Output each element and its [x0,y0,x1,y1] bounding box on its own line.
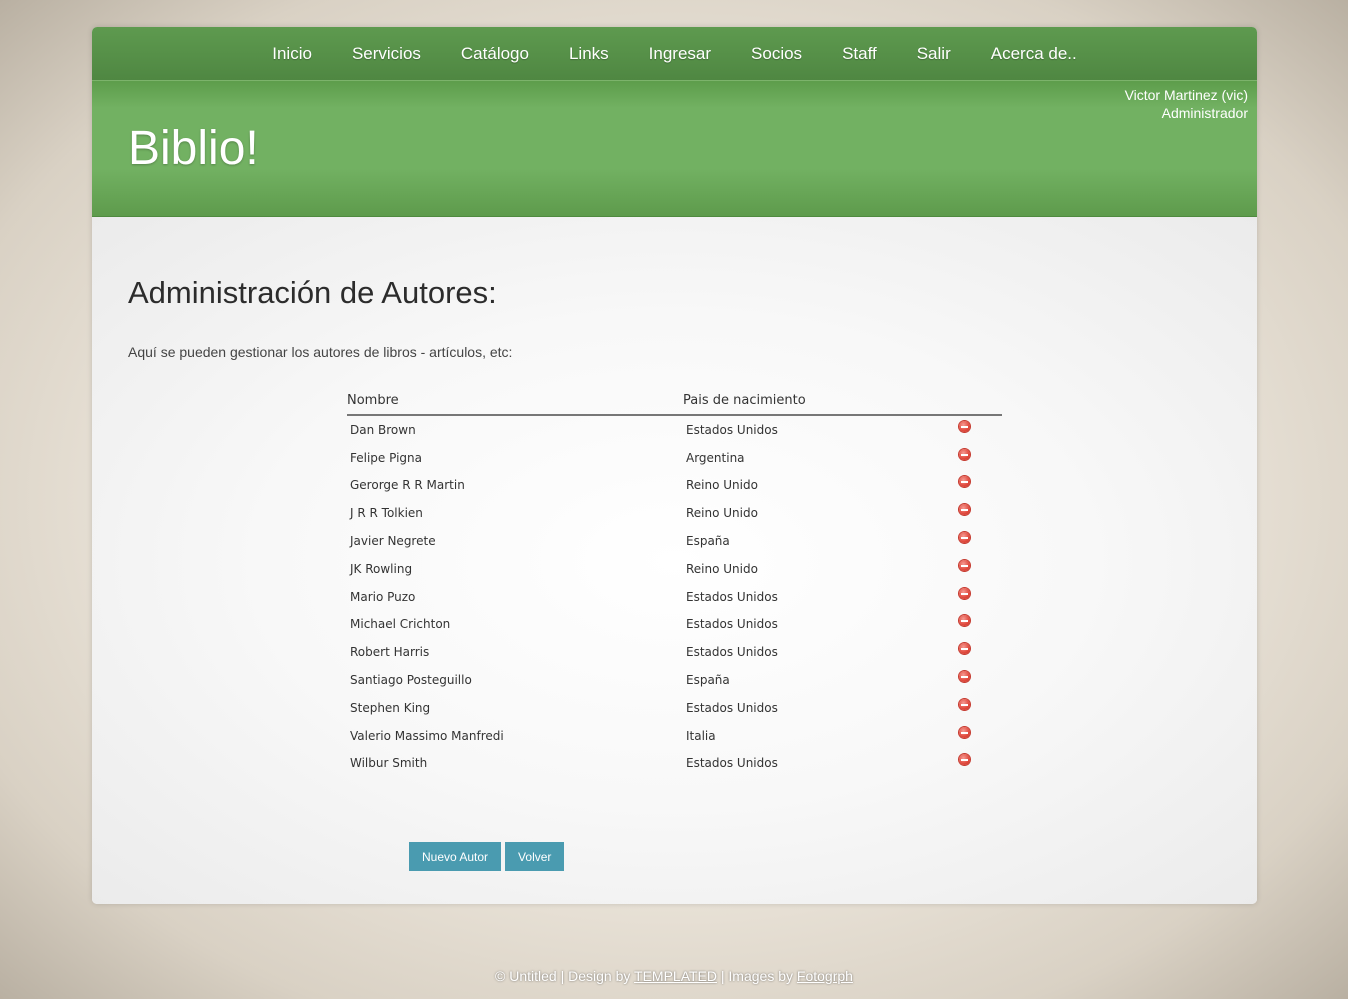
nav-item-catalogo[interactable]: Catálogo [441,27,549,80]
table-row: Gerorge R R Martin Reino Unido [347,472,1002,500]
delete-icon[interactable] [959,420,970,432]
new-author-button[interactable]: Nuevo Autor [409,842,502,871]
footer-middle: | Images by [717,968,797,984]
table-row: Stephen King Estados Unidos [347,694,1002,722]
main-nav: Inicio Servicios Catálogo Links Ingresar… [92,27,1257,81]
delete-icon[interactable] [959,671,970,683]
delete-icon[interactable] [959,476,970,488]
site-logo: Biblio! [128,122,259,175]
row-actions [953,583,1002,611]
row-actions [953,444,1002,472]
nav-item-acerca[interactable]: Acerca de.. [971,27,1097,80]
table-row: Santiago Posteguillo España [347,666,1002,694]
footer-images-link[interactable]: Fotogrph [797,968,853,984]
action-buttons: Nuevo Autor Volver [409,842,565,871]
nav-item-servicios[interactable]: Servicios [332,27,441,80]
row-actions [953,694,1002,722]
delete-icon[interactable] [959,754,970,766]
column-header-name: Nombre [347,392,683,416]
author-country: Estados Unidos [686,645,778,660]
author-country: Reino Unido [686,506,758,521]
author-country: Reino Unido [686,561,758,576]
author-name: Dan Brown [350,422,416,437]
delete-icon[interactable] [959,559,970,571]
site-header: Biblio! Victor Martinez (vic) Administra… [92,81,1257,217]
column-header-country: Pais de nacimiento [683,392,953,416]
table-row: Dan Brown Estados Unidos [347,415,1002,444]
author-country: Estados Unidos [686,422,778,437]
author-name: Santiago Posteguillo [350,673,472,688]
user-name: Victor Martinez (vic) [1124,87,1248,103]
author-country: España [686,534,730,549]
author-name: Michael Crichton [350,617,451,632]
row-actions [953,666,1002,694]
nav-item-staff[interactable]: Staff [822,27,897,80]
table-header-row: Nombre Pais de nacimiento [347,392,1002,416]
page-wrapper: Inicio Servicios Catálogo Links Ingresar… [92,27,1257,904]
delete-icon[interactable] [959,698,970,710]
author-name: Javier Negrete [350,534,436,549]
nav-item-inicio[interactable]: Inicio [252,27,332,80]
intro-text: Aquí se pueden gestionar los autores de … [128,344,513,360]
author-name: J R R Tolkien [350,506,423,521]
footer-design-link[interactable]: TEMPLATED [634,968,717,984]
authors-table: Nombre Pais de nacimiento Dan Brown Esta… [347,392,1002,777]
table-row: J R R Tolkien Reino Unido [347,499,1002,527]
user-role: Administrador [1161,105,1248,121]
nav-item-socios[interactable]: Socios [731,27,822,80]
row-actions [953,555,1002,583]
delete-icon[interactable] [959,643,970,655]
table-row: Felipe Pigna Argentina [347,444,1002,472]
nav-item-links[interactable]: Links [549,27,629,80]
author-country: Estados Unidos [686,617,778,632]
table-row: Michael Crichton Estados Unidos [347,611,1002,639]
author-country: Reino Unido [686,478,758,493]
row-actions [953,750,1002,778]
author-country: Estados Unidos [686,756,778,771]
author-name: Wilbur Smith [350,756,428,771]
author-name: JK Rowling [350,561,413,576]
author-name: Mario Puzo [350,589,416,604]
author-name: Robert Harris [350,645,430,660]
column-header-actions [953,392,1002,416]
delete-icon[interactable] [959,726,970,738]
page-title: Administración de Autores: [128,275,497,310]
site-footer: © Untitled | Design by TEMPLATED | Image… [0,968,1348,984]
author-name: Gerorge R R Martin [350,478,465,493]
delete-icon[interactable] [959,448,970,460]
row-actions [953,527,1002,555]
table-row: Robert Harris Estados Unidos [347,638,1002,666]
nav-item-ingresar[interactable]: Ingresar [629,27,731,80]
row-actions [953,499,1002,527]
row-actions [953,611,1002,639]
user-info: Victor Martinez (vic) Administrador [1125,86,1248,122]
author-country: Estados Unidos [686,700,778,715]
author-name: Valerio Massimo Manfredi [350,728,504,743]
author-country: España [686,673,730,688]
authors-table-body: Dan Brown Estados Unidos Felipe Pigna Ar… [347,415,1002,777]
table-row: Valerio Massimo Manfredi Italia [347,722,1002,750]
delete-icon[interactable] [959,504,970,516]
footer-prefix: © Untitled | Design by [495,968,635,984]
delete-icon[interactable] [959,615,970,627]
author-name: Felipe Pigna [350,450,422,465]
author-name: Stephen King [350,700,431,715]
row-actions [953,638,1002,666]
table-row: JK Rowling Reino Unido [347,555,1002,583]
delete-icon[interactable] [959,587,970,599]
row-actions [953,722,1002,750]
row-actions [953,472,1002,500]
author-country: Argentina [686,450,745,465]
main-content: Administración de Autores: Aquí se puede… [92,217,1257,904]
delete-icon[interactable] [959,532,970,544]
nav-item-salir[interactable]: Salir [897,27,971,80]
author-country: Italia [686,728,716,743]
back-button[interactable]: Volver [505,842,565,871]
row-actions [953,415,1002,444]
table-row: Javier Negrete España [347,527,1002,555]
author-country: Estados Unidos [686,589,778,604]
table-row: Mario Puzo Estados Unidos [347,583,1002,611]
table-row: Wilbur Smith Estados Unidos [347,750,1002,778]
